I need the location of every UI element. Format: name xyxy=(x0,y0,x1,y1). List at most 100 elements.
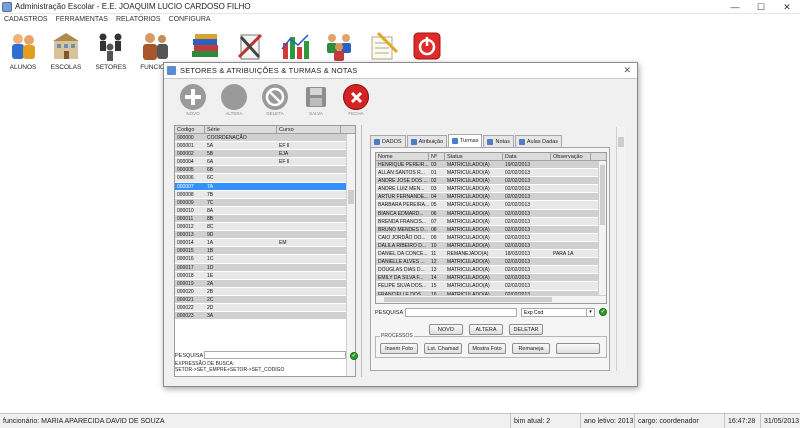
salva-action-button[interactable]: SALVA xyxy=(298,84,334,116)
minimize-button[interactable]: — xyxy=(722,0,748,14)
close-window-button[interactable]: ✕ xyxy=(774,0,800,14)
deletar-button[interactable]: DELETAR xyxy=(509,324,543,335)
column-header-numero[interactable]: Nº xyxy=(429,153,445,160)
table-row[interactable]: HENRIQUE PEREIR... 03 MATRICULADO(A) 19/02/… xyxy=(376,161,606,170)
sectors-vertical-scrollbar[interactable] xyxy=(346,134,355,376)
table-row[interactable]: 000005 6B xyxy=(175,166,355,175)
table-row[interactable]: DANIEL DA CONCE... 11 REMANEJADO(A) 18/03/2… xyxy=(376,250,606,259)
table-row[interactable]: 000008 7B xyxy=(175,190,355,199)
menu-relatorios[interactable]: RELATÓRIOS xyxy=(116,16,161,23)
column-header-status[interactable]: Status xyxy=(445,153,503,160)
inserir-foto-button[interactable]: Inserir Foto xyxy=(380,343,418,354)
column-header-codigo[interactable]: Codigo xyxy=(175,126,205,133)
table-cell: EM xyxy=(279,240,287,247)
menu-cadastros[interactable]: CADASTROS xyxy=(4,16,48,23)
table-cell: 7B xyxy=(207,191,214,198)
table-row[interactable]: 000004 6A EF II xyxy=(175,158,355,167)
table-cell xyxy=(277,255,341,262)
table-row[interactable]: 000011 8B xyxy=(175,214,355,224)
table-row[interactable]: ANDRE JOSE DOS ... 02 MATRICULADO(A) 02/02/… xyxy=(376,177,606,186)
altera-button[interactable]: ALTERA xyxy=(469,324,503,335)
table-row[interactable]: 000002 5B EJA xyxy=(175,150,355,159)
table-cell: 18/03/2013 xyxy=(505,251,531,258)
tab-turmas[interactable]: Turmas xyxy=(448,134,483,147)
scrollbar-thumb[interactable] xyxy=(348,190,354,204)
table-row[interactable]: 000022 2D xyxy=(175,303,355,313)
table-cell: 01 xyxy=(431,170,437,177)
students-horizontal-scrollbar[interactable] xyxy=(376,295,606,303)
students-vertical-scrollbar[interactable] xyxy=(598,161,606,295)
maximize-button[interactable]: ☐ xyxy=(748,0,774,14)
tab-dados[interactable]: DADOS xyxy=(370,135,406,147)
table-row[interactable]: 000019 2A xyxy=(175,279,355,288)
table-row[interactable]: 000013 9D xyxy=(175,231,355,240)
tab-icon xyxy=(410,138,417,145)
left-search-ok-icon[interactable]: ✓ xyxy=(350,352,358,360)
table-row[interactable]: 000015 1B xyxy=(175,247,355,256)
table-row[interactable]: 000001 5A EF II xyxy=(175,142,355,151)
table-row[interactable]: ARTUR FERNANDE... 04 MATRICULADO(A) 02/02/2… xyxy=(376,193,606,202)
table-row[interactable]: BRUNO MENDES D... 08 MATRICULADO(A) 02/02/2… xyxy=(376,225,606,234)
column-header-data[interactable]: Data xyxy=(503,153,551,160)
mostra-foto-button[interactable]: Mostra Foto xyxy=(468,343,506,354)
empty-process-button[interactable] xyxy=(556,343,600,354)
table-row[interactable]: EMILY DA SILVA F... 14 MATRICULADO(A) 02/02… xyxy=(376,274,606,283)
table-cell: 02/02/2013 xyxy=(505,259,531,266)
lista-chamada-button[interactable]: Lst. Chamad xyxy=(424,343,462,354)
menu-configura[interactable]: CONFIGURA xyxy=(169,16,211,23)
table-row[interactable]: DANIELLE ALVES ... 12 MATRICULADO(A) 02/02/… xyxy=(376,258,606,267)
left-search-input[interactable] xyxy=(204,351,346,359)
table-row[interactable]: ANDRE LUIZ MEN... 03 MATRICULADO(A) 02/02/2… xyxy=(376,185,606,194)
setores-dialog: SETORES & ATRIBUIÇÕES & TURMAS & NOTAS ✕… xyxy=(163,62,638,387)
column-header-curso[interactable]: Curso xyxy=(277,126,341,133)
deleta-action-button[interactable]: DELETA xyxy=(257,84,293,116)
table-row[interactable]: DALILA RIBEIRO D... 10 MATRICULADO(A) 02/02… xyxy=(376,241,606,251)
table-row[interactable]: BRENDA FRANCIS... 07 MATRICULADO(A) 02/02/2… xyxy=(376,217,606,226)
search-field-select[interactable]: Exp Cod ▾ xyxy=(521,308,595,317)
table-row[interactable]: 000016 1C xyxy=(175,255,355,264)
table-row[interactable]: 000014 1A EM xyxy=(175,239,355,248)
column-header-nome[interactable]: Nome xyxy=(376,153,429,160)
table-row[interactable]: 000006 6C xyxy=(175,174,355,183)
table-row[interactable]: CAIO JORDÃO DO... 09 MATRICULADO(A) 02/02/2… xyxy=(376,233,606,242)
novo-action-button[interactable]: NOVO xyxy=(175,84,211,116)
table-row[interactable]: ALLAN SANTOS R... 01 MATRICULADO(A) 02/02/2… xyxy=(376,169,606,178)
novo-button[interactable]: NOVO xyxy=(429,324,463,335)
right-search-ok-icon[interactable]: ✓ xyxy=(599,308,607,316)
table-row[interactable]: 000010 8A xyxy=(175,206,355,215)
tab-atribuicao[interactable]: Atribuição xyxy=(406,135,448,147)
table-row[interactable]: 000020 2B xyxy=(175,287,355,296)
table-cell: 2D xyxy=(207,304,214,311)
column-header-observacao[interactable]: Observação xyxy=(551,153,591,160)
table-row[interactable]: 000021 2C xyxy=(175,295,355,304)
table-row[interactable]: BIANCA EDMARD... 06 MATRICULADO(A) 02/02/20… xyxy=(376,209,606,218)
menu-ferramentas[interactable]: FERRAMENTAS xyxy=(56,16,108,23)
table-row[interactable]: 000012 8C xyxy=(175,223,355,232)
chevron-down-icon[interactable]: ▾ xyxy=(586,309,594,316)
table-row[interactable]: DOUGLAS DIAS D... 13 MATRICULADO(A) 02/02/2… xyxy=(376,266,606,275)
table-row[interactable]: FELIPE SILVA DOS... 15 MATRICULADO(A) 02/02… xyxy=(376,282,606,291)
toolbar-escolas-button[interactable]: ESCOLAS xyxy=(45,29,87,73)
fecha-action-button[interactable]: FECHA xyxy=(338,84,374,116)
altera-action-button[interactable]: ALTERA xyxy=(216,84,252,116)
toolbar-setores-button[interactable]: SETORES xyxy=(90,29,132,73)
column-header-serie[interactable]: Série xyxy=(205,126,277,133)
table-row[interactable]: 000023 3A xyxy=(175,312,355,321)
table-row[interactable]: 000009 7C xyxy=(175,198,355,207)
remaneja-button[interactable]: Remaneja xyxy=(512,343,550,354)
toolbar-alunos-button[interactable]: ALUNOS xyxy=(2,29,44,73)
table-row[interactable]: 000017 1D xyxy=(175,263,355,272)
scrollbar-thumb[interactable] xyxy=(618,137,624,147)
table-cell: 09 xyxy=(431,234,437,241)
table-row[interactable]: BARBARA PEREIRA... 05 MATRICULADO(A) 02/02/… xyxy=(376,201,606,210)
scrollbar-thumb[interactable] xyxy=(384,297,552,302)
table-row[interactable]: 000007 7A xyxy=(175,182,355,191)
tab-aulas-dadas[interactable]: Aulas Dadas xyxy=(514,135,563,147)
tab-notas[interactable]: Notas xyxy=(483,135,514,147)
right-search-input[interactable] xyxy=(405,308,517,317)
scrollbar-thumb[interactable] xyxy=(600,165,605,225)
table-row[interactable]: 000018 1E xyxy=(175,271,355,280)
dialog-close-button[interactable]: ✕ xyxy=(623,65,631,76)
table-row[interactable]: 000000 COORDENAÇÃO xyxy=(175,134,355,143)
details-vertical-scrollbar[interactable] xyxy=(616,127,625,371)
